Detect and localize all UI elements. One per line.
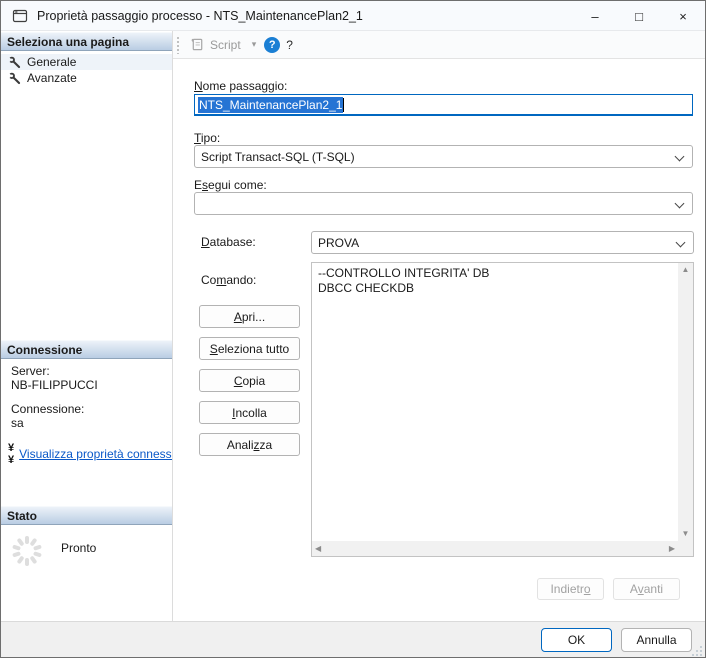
chevron-down-icon [676, 238, 686, 248]
wrench-icon [8, 72, 21, 85]
database-select[interactable]: PROVA [311, 231, 694, 254]
command-text: --CONTROLLO INTEGRITA' DB DBCC CHECKDB [312, 263, 677, 540]
script-button[interactable]: Script [186, 35, 245, 54]
connection-properties-row: ¥¥ Visualizza proprietà connessione [1, 442, 172, 466]
connection-properties-icon: ¥¥ [8, 442, 13, 466]
cancel-button[interactable]: Annulla [621, 628, 692, 652]
minimize-icon[interactable]: – [573, 1, 617, 31]
chevron-down-icon [675, 199, 685, 209]
back-button[interactable]: Indietro [537, 578, 604, 600]
server-value: NB-FILIPPUCCI [1, 378, 172, 392]
pages-header: Seleziona una pagina [1, 32, 172, 51]
status-spinner-icon [9, 533, 45, 569]
window-title: Proprietà passaggio processo - NTS_Maint… [37, 9, 363, 23]
paste-button[interactable]: Incolla [199, 401, 300, 424]
step-name-input[interactable]: NTS_MaintenancePlan2_1 [194, 94, 693, 116]
sidebar: Seleziona una pagina Generale Avanzate C… [1, 31, 173, 621]
type-label: Tipo: [194, 131, 220, 145]
help-icon[interactable]: ? [264, 37, 280, 53]
name-label: Nome passaggio: [194, 79, 287, 93]
selected-text: NTS_MaintenancePlan2_1 [198, 97, 343, 113]
database-label: Database: [201, 235, 256, 249]
open-button[interactable]: Apri... [199, 305, 300, 328]
vertical-scrollbar[interactable]: ▲ ▼ [678, 263, 693, 541]
connection-value: sa [1, 416, 172, 430]
script-button-label: Script [210, 38, 241, 52]
scrollbar-corner [678, 541, 693, 556]
ok-button[interactable]: OK [541, 628, 612, 652]
text-caret [343, 98, 344, 112]
connection-header: Connessione [1, 340, 172, 359]
footer-bar: OK Annulla [1, 621, 705, 658]
command-textarea[interactable]: --CONTROLLO INTEGRITA' DB DBCC CHECKDB ▲… [311, 262, 694, 557]
type-select[interactable]: Script Transact-SQL (T-SQL) [194, 145, 693, 168]
parse-button[interactable]: Analizza [199, 433, 300, 456]
scroll-down-icon[interactable]: ▼ [679, 527, 693, 541]
script-dropdown-icon[interactable]: ▾ [252, 39, 257, 50]
connection-label: Connessione: [1, 402, 172, 416]
next-button[interactable]: Avanti [613, 578, 680, 600]
horizontal-scrollbar[interactable]: ◀ ▶ [312, 541, 678, 556]
script-icon [190, 37, 205, 52]
toolbar: Script ▾ ? ? [173, 31, 706, 59]
chevron-down-icon [675, 152, 685, 162]
sidebar-item-generale[interactable]: Generale [1, 54, 172, 70]
close-icon[interactable]: × [661, 1, 705, 31]
toolbar-grip[interactable] [176, 36, 180, 54]
status-row: Pronto [1, 533, 172, 569]
form-content: Nome passaggio: NTS_MaintenancePlan2_1 T… [173, 59, 706, 621]
sidebar-item-label: Generale [27, 55, 76, 69]
title-bar: Proprietà passaggio processo - NTS_Maint… [1, 1, 705, 31]
select-all-button[interactable]: Seleziona tutto [199, 337, 300, 360]
run-as-label: Esegui come: [194, 178, 267, 192]
sidebar-item-label: Avanzate [27, 71, 77, 85]
scroll-up-icon[interactable]: ▲ [679, 263, 693, 277]
status-text: Pronto [61, 541, 96, 555]
command-label: Comando: [201, 273, 256, 287]
type-selected-value: Script Transact-SQL (T-SQL) [201, 150, 355, 164]
copy-button[interactable]: Copia [199, 369, 300, 392]
wrench-icon [8, 56, 21, 69]
scroll-left-icon[interactable]: ◀ [312, 542, 324, 556]
resize-grip-icon[interactable] [692, 646, 702, 656]
server-label: Server: [1, 364, 172, 378]
sidebar-item-avanzate[interactable]: Avanzate [1, 70, 172, 86]
scroll-right-icon[interactable]: ▶ [666, 542, 678, 556]
run-as-select[interactable] [194, 192, 693, 215]
dialog-window: Proprietà passaggio processo - NTS_Maint… [0, 0, 706, 658]
caption-buttons: – □ × [573, 1, 705, 31]
database-selected-value: PROVA [318, 236, 359, 250]
help-text: ? [286, 38, 293, 52]
dialog-form-icon [12, 8, 28, 24]
maximize-icon[interactable]: □ [617, 1, 661, 31]
view-connection-properties-link[interactable]: Visualizza proprietà connessione [19, 447, 173, 461]
status-header: Stato [1, 506, 172, 525]
